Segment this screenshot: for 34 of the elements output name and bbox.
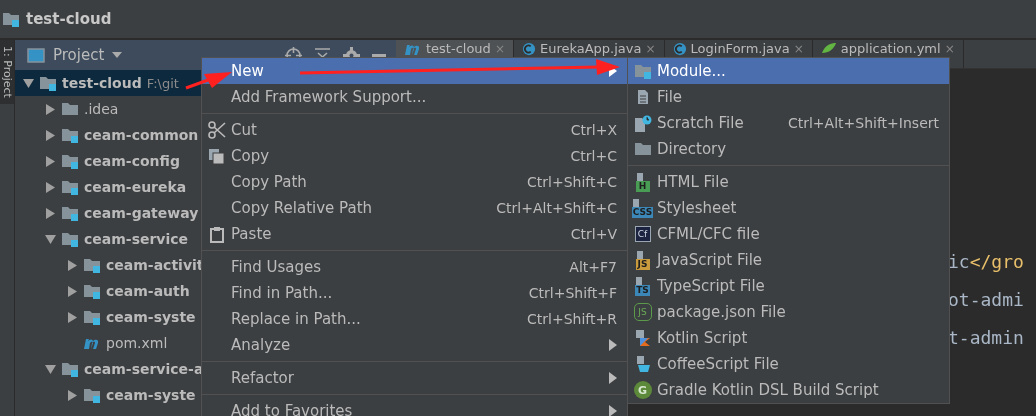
shortcut-text: Ctrl+Alt+Shift+C [495,200,617,216]
tree-label: .idea [84,101,119,117]
tree-label: ceam-config [84,153,180,169]
tree-label: ceam-gateway [84,205,199,221]
shortcut-text: Alt+F7 [568,259,617,275]
tree-label: ceam-activit [106,257,204,273]
file-type-badge: JS [633,303,652,321]
file-type-badge: H [635,180,650,192]
code-line: ot-admi [948,289,1025,312]
project-title: test-cloud [26,10,112,28]
file-type-badge: G [633,381,652,399]
shortcut-text: Ctrl+Alt+Shift+Insert [786,115,939,131]
tree-label: ceam-syste [106,387,196,403]
tree-label: ceam-service-a [84,361,204,377]
tree-label: test-cloud [62,75,142,91]
file-type-badge: Cf [634,226,651,242]
shortcut-text: Ctrl+X [569,122,617,138]
shortcut-text: Ctrl+V [569,226,617,242]
tree-label: ceam-auth [106,283,190,299]
code-line: ic</gro [948,251,1025,274]
code-line: t-admin [948,327,1025,350]
shortcut-text: Ctrl+C [569,148,617,164]
file-type-badge: TS [635,284,650,296]
tree-label: ceam-eureka [84,179,187,195]
tree-label: pom.xml [106,335,168,351]
file-type-badge: JS [635,258,650,270]
tree-label: ceam-common [84,127,199,143]
tree-label: ceam-service [84,231,189,247]
path-text: F:\git [146,75,179,91]
file-type-badge: CSS [631,206,654,218]
shortcut-text: Ctrl+Shift+C [526,174,617,190]
tree-label: ceam-syste [106,309,196,325]
shortcut-text: Ctrl+Shift+F [527,285,617,301]
shortcut-text: Ctrl+Shift+R [526,311,617,327]
